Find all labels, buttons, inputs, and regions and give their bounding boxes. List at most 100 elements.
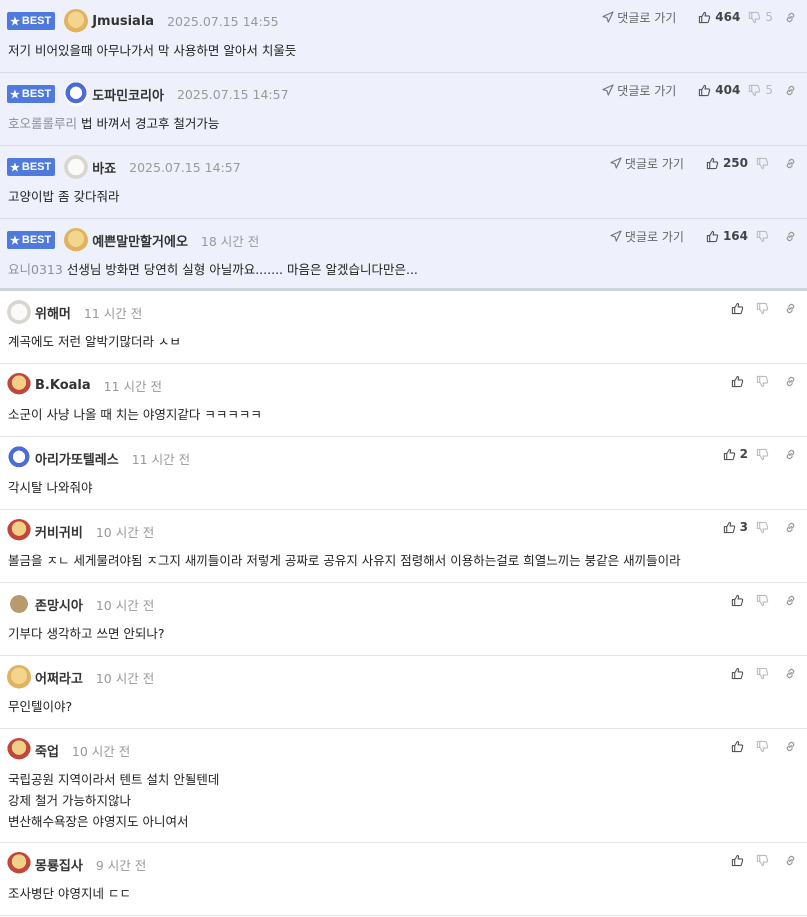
- dislike-button[interactable]: [756, 157, 773, 170]
- go-to-reply-link[interactable]: 댓글로 가기: [602, 9, 676, 26]
- comment-body: 기부다 생각하고 쓰면 안되나?: [8, 623, 799, 644]
- avatar[interactable]: [7, 738, 31, 762]
- avatar[interactable]: [64, 228, 89, 252]
- thumbs-down-icon: [756, 667, 769, 679]
- thumbs-down-icon: [749, 11, 761, 23]
- best-badge: ★ BEST: [7, 12, 56, 30]
- comment-header: 어쩌라고 10 시간 전: [7, 665, 154, 689]
- comment-body: 저기 비어있을때 아무나가서 막 사용하면 알아서 치울듯: [8, 40, 799, 61]
- avatar[interactable]: [7, 446, 31, 470]
- avatar[interactable]: [7, 373, 31, 397]
- comment-time: 10 시간 전: [95, 670, 155, 686]
- like-button[interactable]: [731, 594, 748, 607]
- nickname[interactable]: 도파민코리아: [92, 85, 164, 104]
- go-to-reply-link[interactable]: 댓글로 가기: [602, 82, 676, 99]
- dislike-button[interactable]: [756, 230, 773, 243]
- link-icon: [786, 595, 794, 605]
- thumbs-up-icon: [706, 230, 719, 242]
- like-button[interactable]: [731, 302, 748, 315]
- nickname[interactable]: 바죠: [92, 158, 116, 177]
- share-link-button[interactable]: [781, 446, 799, 462]
- like-button[interactable]: 164: [706, 229, 748, 243]
- share-link-button[interactable]: [781, 82, 799, 98]
- reply-target-nickname[interactable]: 호오롤롤루리: [8, 116, 77, 131]
- comment-item: ★ BEST 바죠 2025.07.15 14:57 댓글로 가기 250 고양이…: [0, 146, 807, 219]
- share-link-button[interactable]: [781, 300, 799, 316]
- like-button[interactable]: [731, 740, 748, 753]
- dislike-button[interactable]: [756, 594, 773, 607]
- dislike-button[interactable]: [756, 302, 773, 315]
- dislike-button[interactable]: [756, 448, 773, 461]
- share-link-button[interactable]: [781, 738, 799, 754]
- like-button[interactable]: 404: [698, 83, 740, 97]
- dislike-button[interactable]: 5: [748, 83, 773, 97]
- like-button[interactable]: 464: [698, 10, 740, 24]
- share-link-button[interactable]: [781, 9, 799, 25]
- comment-header: ★ BEST Jmusiala 2025.07.15 14:55: [7, 9, 279, 33]
- like-button[interactable]: [731, 854, 748, 867]
- nickname[interactable]: 예쁜말만할거에오: [92, 231, 188, 250]
- comment-body: 국립공원 지역이라서 텐트 설치 안될텐데 강제 철거 가능하지않나 변산해수욕…: [8, 769, 799, 832]
- comment-item: B.Koala 11 시간 전 소군이 사냥 나올 때 치는 야영지같다 ㅋㅋㅋ…: [0, 364, 807, 437]
- like-button[interactable]: [731, 667, 748, 680]
- share-link-button[interactable]: [781, 852, 799, 868]
- share-link-button[interactable]: [781, 373, 799, 389]
- share-link-button[interactable]: [781, 155, 799, 171]
- like-button[interactable]: [731, 375, 748, 388]
- nickname[interactable]: 아리가또텔레스: [35, 449, 119, 468]
- share-link-button[interactable]: [781, 665, 799, 681]
- nickname[interactable]: 몽룡집사: [35, 855, 83, 874]
- comment-text: 고양이밥 좀 갖다줘라: [8, 189, 120, 204]
- avatar[interactable]: [64, 82, 89, 106]
- nickname[interactable]: 죽업: [35, 741, 59, 760]
- avatar[interactable]: [7, 852, 31, 876]
- avatar[interactable]: [7, 300, 31, 324]
- thumbs-up-icon: [699, 11, 711, 23]
- share-link-button[interactable]: [781, 519, 799, 535]
- reply-target-nickname[interactable]: 요니0313: [8, 262, 63, 277]
- nickname[interactable]: 커비귀비: [35, 522, 83, 541]
- link-icon: [786, 303, 794, 313]
- nickname[interactable]: 위해머: [35, 303, 71, 322]
- share-link-button[interactable]: [781, 228, 799, 244]
- like-button[interactable]: 250: [706, 156, 748, 170]
- comment-header: 커비귀비 10 시간 전: [7, 519, 154, 543]
- avatar[interactable]: [64, 9, 89, 33]
- dislike-button[interactable]: [756, 375, 773, 388]
- comment-time: 2025.07.15 14:55: [167, 13, 279, 29]
- avatar[interactable]: [7, 519, 31, 543]
- like-button[interactable]: 3: [723, 520, 748, 534]
- nickname[interactable]: 존망시아: [35, 595, 83, 614]
- comment-header: 위해머 11 시간 전: [7, 300, 142, 324]
- dislike-button[interactable]: [756, 740, 773, 753]
- like-button[interactable]: 2: [723, 447, 748, 461]
- go-to-reply-link[interactable]: 댓글로 가기: [610, 155, 684, 172]
- dislike-button[interactable]: [756, 854, 773, 867]
- comment-text: 무인텔이야?: [8, 699, 73, 714]
- nickname[interactable]: 어쩌라고: [35, 668, 83, 687]
- nickname[interactable]: Jmusiala: [92, 14, 154, 29]
- thumbs-down-icon: [756, 375, 769, 387]
- comment-header: 죽업 10 시간 전: [7, 738, 130, 762]
- like-count: 250: [722, 156, 748, 170]
- comment-item: 존망시아 10 시간 전 기부다 생각하고 쓰면 안되나?: [0, 583, 807, 656]
- comment-actions: [723, 592, 799, 608]
- paper-plane-icon: [602, 11, 614, 23]
- comment-text: 기부다 생각하고 쓰면 안되나?: [8, 626, 165, 641]
- share-link-button[interactable]: [781, 592, 799, 608]
- go-to-reply-link[interactable]: 댓글로 가기: [610, 228, 684, 245]
- nickname[interactable]: B.Koala: [35, 378, 91, 393]
- dislike-button[interactable]: [756, 667, 773, 680]
- dislike-button[interactable]: [756, 521, 773, 534]
- like-count: 3: [739, 520, 748, 534]
- star-icon: ★: [10, 88, 20, 101]
- dislike-button[interactable]: 5: [748, 10, 773, 24]
- comment-item: 커비귀비 10 시간 전 3 볼금을 ㅈㄴ 세게물려야됨 ㅈ그지 새끼들이라 저…: [0, 510, 807, 583]
- like-count: 464: [715, 10, 741, 24]
- comment-header: B.Koala 11 시간 전: [7, 373, 162, 397]
- avatar[interactable]: [7, 592, 31, 616]
- avatar[interactable]: [64, 155, 89, 179]
- best-badge: ★ BEST: [7, 158, 56, 176]
- avatar[interactable]: [7, 665, 31, 689]
- thumbs-down-icon: [756, 594, 769, 606]
